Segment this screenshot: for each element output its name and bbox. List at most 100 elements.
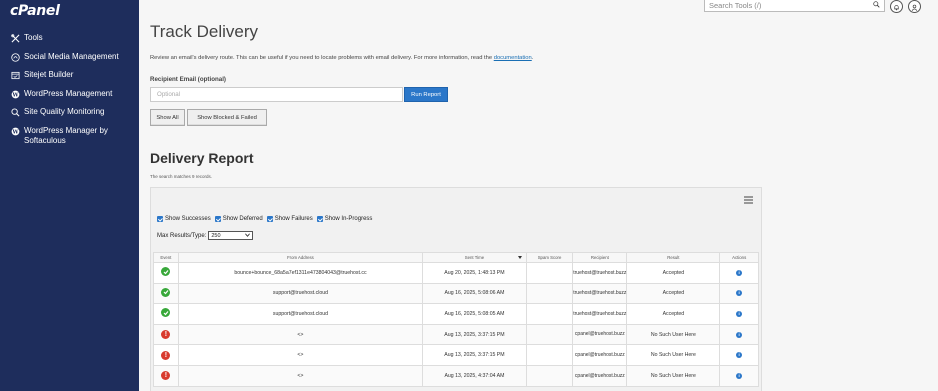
cpanel-logo[interactable]: cPanel (10, 3, 60, 19)
recipient-cell: truehost@truehost.buzz (572, 262, 628, 284)
sent-time-cell: Aug 13, 2025, 3:37:15 PM (422, 323, 527, 346)
max-results-select[interactable]: 250 (208, 231, 254, 240)
checkbox-checked-icon (214, 216, 221, 222)
sitejet-icon (9, 71, 21, 80)
actions-cell: i (719, 282, 759, 305)
column-header-event[interactable]: Event (153, 252, 179, 263)
sent-time-cell: Aug 20, 2025, 1:48:13 PM (422, 262, 527, 284)
checkbox-checked-icon (316, 216, 323, 222)
user-menu-button[interactable] (908, 0, 921, 13)
sidebar-item-tools[interactable]: Tools (0, 33, 139, 52)
column-header-sent-time[interactable]: Sent Time (422, 252, 527, 263)
sidebar-item-label: WordPress Management (24, 88, 113, 98)
result-cell: No Such User Here (626, 344, 721, 366)
from-address-cell: support@truehost.cloud (177, 303, 424, 325)
actions-cell: i (719, 323, 759, 346)
list-view-icon[interactable] (744, 196, 753, 204)
sidebar-item-wordpress-manager-softaculous[interactable]: W WordPress Manager by Softaculous (0, 126, 139, 150)
delivery-report-heading: Delivery Report (150, 150, 254, 166)
search-icon (9, 108, 21, 117)
max-results-label: Max Results/Type: (157, 232, 207, 239)
column-header-actions: Actions (719, 252, 759, 263)
sidebar-item-sitejet[interactable]: Sitejet Builder (0, 70, 139, 89)
actions-cell: i (719, 303, 759, 325)
search-placeholder: Search Tools (/) (709, 1, 762, 10)
svg-text:W: W (11, 129, 19, 135)
actions-cell: i (719, 344, 759, 366)
table-row[interactable]: ! <> Aug 13, 2025, 3:37:15 PM cpanel@trueho… (153, 323, 759, 346)
info-icon[interactable]: i (736, 352, 743, 359)
from-address-cell: support@truehost.cloud (177, 282, 424, 305)
show-deferred-checkbox[interactable]: Show Deferred (214, 216, 263, 222)
info-icon[interactable]: i (736, 372, 743, 379)
search-tools-input[interactable]: Search Tools (/) (704, 0, 885, 12)
event-cell (153, 303, 179, 325)
table-row[interactable]: ! <> Aug 13, 2025, 3:37:15 PM cpanel@trueho… (153, 344, 759, 366)
sidebar-item-wordpress-management[interactable]: W WordPress Management (0, 89, 139, 108)
filter-button-group: Show All Show Blocked & Failed (150, 109, 269, 126)
page-description: Review an email's delivery route. This c… (150, 55, 534, 61)
success-check-icon (161, 267, 171, 277)
spam-score-cell (525, 262, 574, 284)
event-cell: ! (153, 323, 179, 346)
recipient-email-input[interactable]: Optional (150, 87, 403, 102)
info-icon[interactable]: i (736, 269, 743, 276)
tools-icon (9, 34, 21, 43)
table-row[interactable]: support@truehost.cloud Aug 16, 2025, 5:08… (153, 303, 759, 325)
from-address-cell: <> (177, 344, 424, 366)
sidebar-item-label: Social Media Management (24, 51, 119, 61)
from-address-cell: <> (177, 323, 424, 346)
show-in-progress-checkbox[interactable]: Show In-Progress (316, 216, 372, 222)
info-icon[interactable]: i (736, 331, 743, 338)
sidebar-item-social-media[interactable]: Social Media Management (0, 52, 139, 71)
table-row[interactable]: ! <> Aug 13, 2025, 4:37:04 AM cpanel@trueho… (153, 364, 759, 387)
column-header-recipient[interactable]: Recipient (572, 252, 628, 263)
info-icon[interactable]: i (736, 310, 743, 317)
wordpress-icon: W (9, 127, 21, 136)
bell-icon (893, 0, 900, 16)
table-body: bounce+bounce_68a5a7ef1311e473804043@tru… (153, 262, 759, 387)
page-title: Track Delivery (150, 22, 258, 41)
result-cell: No Such User Here (626, 323, 721, 346)
recipient-cell: cpanel@truehost.buzz (572, 344, 628, 366)
failure-alert-icon: ! (161, 330, 171, 340)
event-cell: ! (153, 344, 179, 366)
show-blocked-failed-button[interactable]: Show Blocked & Failed (187, 109, 267, 126)
event-cell (153, 262, 179, 284)
column-header-from[interactable]: From Address (177, 252, 424, 263)
failure-alert-icon: ! (161, 371, 171, 381)
show-failures-checkbox[interactable]: Show Failures (266, 216, 313, 222)
spam-score-cell (525, 364, 574, 387)
sent-time-cell: Aug 13, 2025, 4:37:04 AM (422, 364, 527, 387)
notifications-button[interactable] (890, 0, 903, 13)
column-header-result[interactable]: Result (626, 252, 721, 263)
recipient-cell: truehost@truehost.buzz (572, 282, 628, 305)
success-check-icon (161, 308, 171, 318)
show-all-button[interactable]: Show All (150, 109, 185, 126)
table-row[interactable]: support@truehost.cloud Aug 16, 2025, 5:08… (153, 282, 759, 305)
sort-desc-icon (517, 256, 522, 259)
table-row[interactable]: bounce+bounce_68a5a7ef1311e473804043@tru… (153, 262, 759, 284)
info-icon[interactable]: i (736, 290, 743, 297)
result-cell: Accepted (626, 303, 721, 325)
sidebar-nav: Tools Social Media Management Sitejet Bu… (0, 33, 139, 150)
chevron-down-icon (245, 232, 251, 239)
show-successes-checkbox[interactable]: Show Successes (157, 216, 211, 222)
run-report-button[interactable]: Run Report (404, 87, 448, 102)
sidebar-item-label: Tools (24, 33, 43, 42)
sidebar-item-site-quality[interactable]: Site Quality Monitoring (0, 107, 139, 126)
search-icon (873, 1, 880, 10)
recipient-cell: cpanel@truehost.buzz (572, 323, 628, 346)
actions-cell: i (719, 364, 759, 387)
spam-score-cell (525, 323, 574, 346)
social-media-icon (9, 52, 21, 62)
checkbox-checked-icon (157, 216, 163, 222)
wordpress-icon: W (9, 90, 21, 99)
search-match-count: The search matches 9 records. (150, 174, 213, 179)
failure-alert-icon: ! (161, 350, 171, 360)
column-header-spam-score[interactable]: Spam Score (525, 252, 574, 263)
documentation-link[interactable]: documentation (494, 55, 532, 61)
max-results-row: Max Results/Type: 250 (157, 231, 254, 240)
spam-score-cell (525, 344, 574, 366)
svg-text:W: W (11, 92, 19, 98)
